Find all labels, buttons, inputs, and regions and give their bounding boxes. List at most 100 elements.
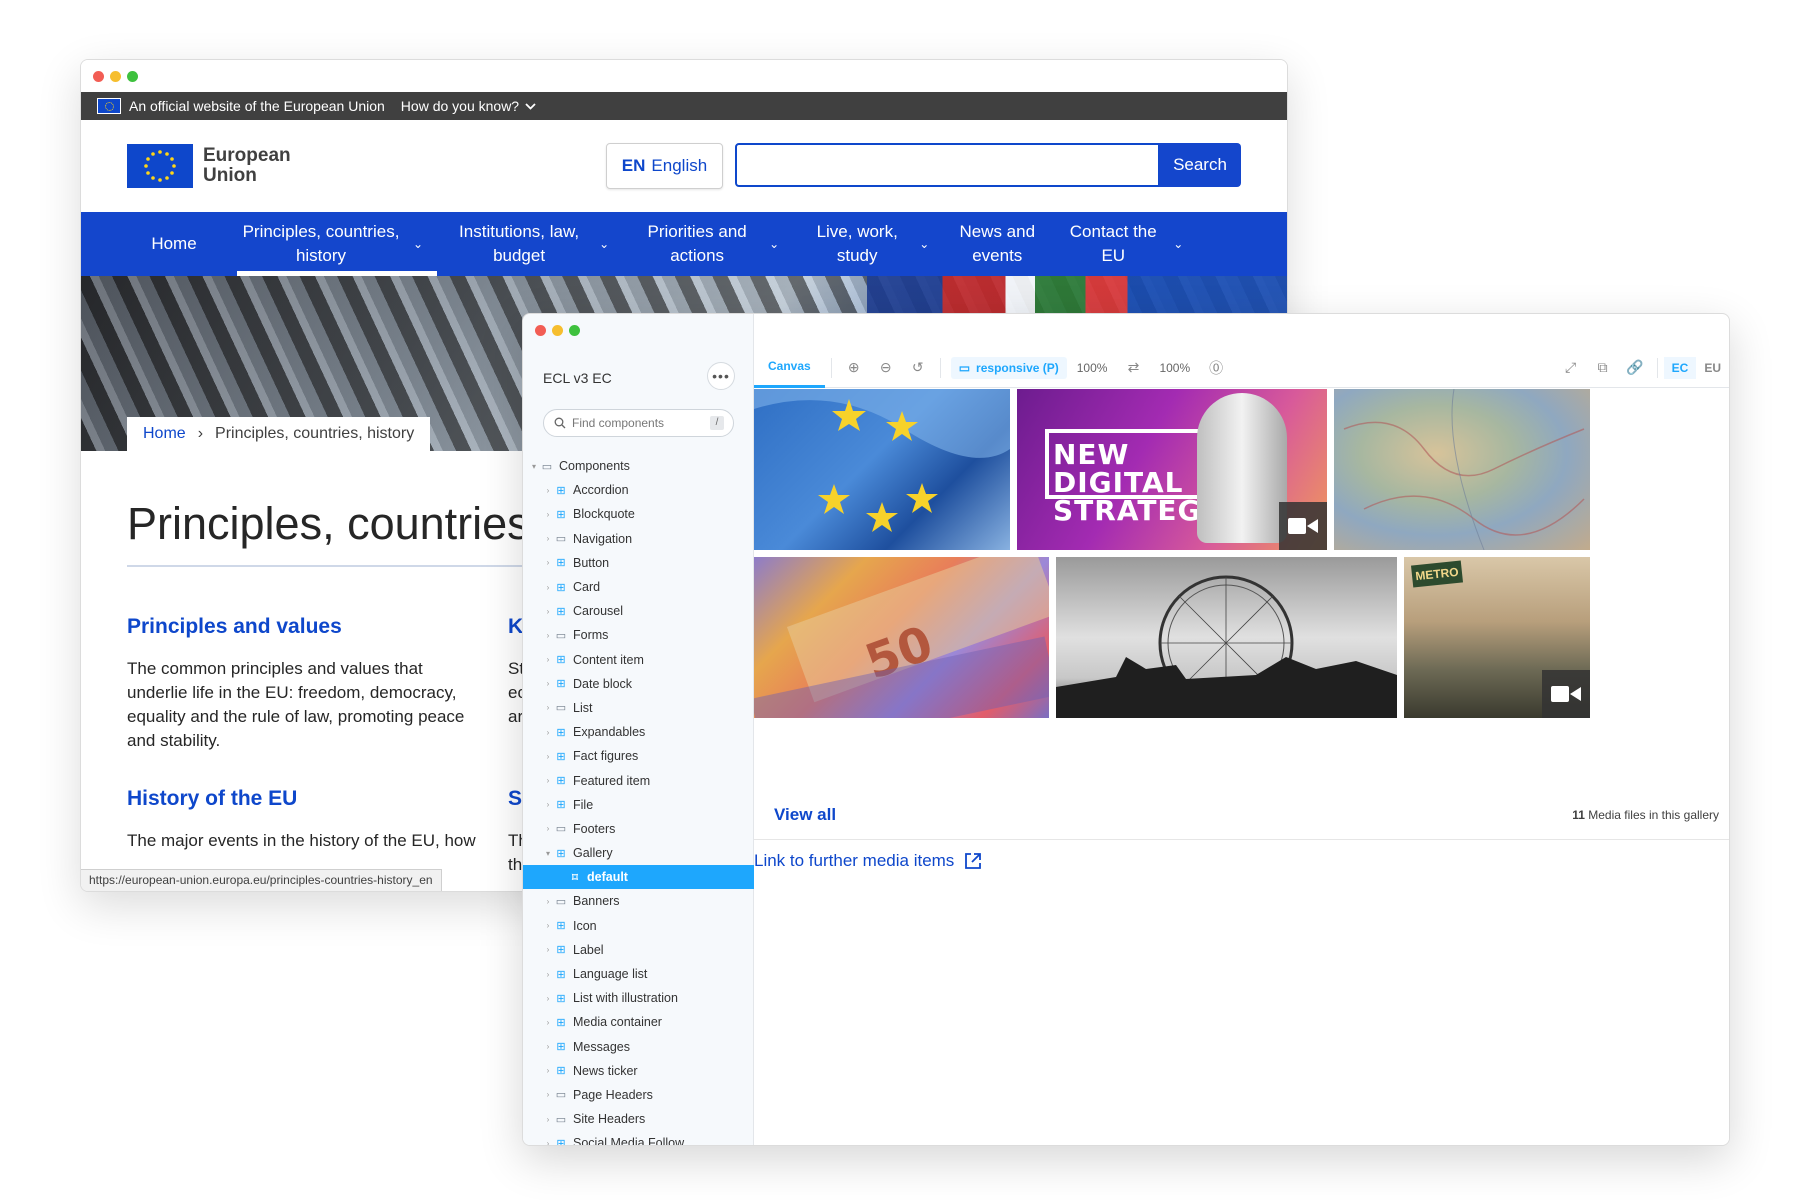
section-heading-principles[interactable]: Principles and values	[127, 615, 342, 639]
tree-component-item[interactable]: › ⊞ Date block	[523, 672, 754, 696]
video-camera-icon	[1279, 502, 1327, 550]
tree-folder-item[interactable]: › ▭ Forms	[523, 623, 754, 647]
caret-right-icon: ›	[546, 534, 550, 544]
tree-component-item[interactable]: ▾ ⊞ Gallery	[523, 841, 754, 865]
eu-logo-flag[interactable]	[127, 144, 193, 188]
tree-component-item[interactable]: › ⊞ Label	[523, 938, 754, 962]
tree-folder-item[interactable]: › ▭ Banners	[523, 889, 754, 913]
nav-item[interactable]: Contact the EU ⌄	[1051, 212, 1197, 276]
viewport-height-value[interactable]: 100%	[1149, 361, 1200, 375]
tree-folder-item[interactable]: › ▭ List	[523, 696, 754, 720]
nav-item[interactable]: Principles, countries, history ⌄	[227, 212, 438, 276]
zoom-reset-icon[interactable]: ↺	[902, 359, 934, 376]
tree-component-item[interactable]: › ⊞ Featured item	[523, 768, 754, 792]
copy-link-icon[interactable]: 🔗	[1619, 359, 1651, 376]
tree-folder-item[interactable]: › ▭ Site Headers	[523, 1107, 754, 1131]
section-heading-history[interactable]: History of the EU	[127, 787, 297, 811]
breadcrumb-home-link[interactable]: Home	[143, 425, 186, 443]
component-tree: ▾ ▭ Components › ⊞ Accordion › ⊞ Blockquote › ▭ Nav…	[523, 454, 754, 1145]
storybook-brand-title[interactable]: ECL v3 EC	[543, 370, 612, 386]
accessibility-icon[interactable]: ⓪	[1200, 358, 1232, 378]
zoom-in-icon[interactable]: ⊕	[838, 359, 870, 376]
nav-item[interactable]: News and events	[943, 212, 1051, 276]
zoom-out-icon[interactable]: ⊖	[870, 359, 902, 376]
site-header: European Union EN English Search	[81, 120, 1287, 212]
clipped-section-heading[interactable]: K	[508, 615, 523, 639]
clipped-section-text-line: ar	[508, 707, 524, 726]
tree-item-label: Expandables	[573, 725, 646, 740]
tree-component-item[interactable]: › ⊞ News ticker	[523, 1059, 754, 1083]
tree-component-item[interactable]: › ⊞ Fact figures	[523, 744, 754, 768]
tab-canvas[interactable]: Canvas	[754, 348, 825, 388]
ellipsis-icon[interactable]: •••	[707, 362, 735, 390]
caret-right-icon: ›	[546, 727, 550, 737]
tree-story-item[interactable]: ⌑ default	[523, 865, 754, 890]
tree-component-item[interactable]: › ⊞ Card	[523, 575, 754, 599]
gallery-item-metro-video[interactable]: METRO	[1404, 557, 1590, 718]
tree-folder-item[interactable]: › ▭ Page Headers	[523, 1083, 754, 1107]
tree-component-item[interactable]: › ⊞ Content item	[523, 648, 754, 672]
how-do-you-know-label: How do you know?	[400, 98, 520, 114]
caret-right-icon: ›	[546, 1090, 550, 1100]
tree-component-item[interactable]: › ⊞ Messages	[523, 1035, 754, 1059]
folder-icon: ▭	[555, 1113, 567, 1126]
tree-folder-item[interactable]: › ▭ Navigation	[523, 527, 754, 551]
site-logo-text[interactable]: European Union	[203, 146, 303, 186]
further-media-label: Link to further media items	[754, 851, 955, 870]
folder-icon: ▭	[555, 1089, 567, 1102]
nav-item[interactable]: Home	[121, 212, 227, 276]
storybook-window: ECL v3 EC ••• Find components / ▾ ▭ Compon…	[522, 313, 1730, 1146]
search-button[interactable]: Search	[1159, 143, 1241, 187]
fullscreen-icon[interactable]: ⤢	[1555, 359, 1587, 376]
tree-component-item[interactable]: › ⊞ Button	[523, 551, 754, 575]
gallery-item-eu-flag[interactable]	[754, 389, 1010, 550]
theme-eu-button[interactable]: EU	[1696, 357, 1729, 379]
tree-item-label: List	[573, 700, 593, 715]
tree-item-label: Blockquote	[573, 507, 635, 522]
language-selector-button[interactable]: EN English	[606, 143, 723, 189]
maximize-window-button[interactable]	[569, 325, 580, 336]
tree-folder-item[interactable]: › ▭ Footers	[523, 817, 754, 841]
nav-item[interactable]: Live, work, study ⌄	[793, 212, 943, 276]
gallery-item-europe-map[interactable]	[1334, 389, 1590, 550]
component-icon: ⊞	[556, 726, 566, 739]
nav-item[interactable]: Priorities and actions ⌄	[623, 212, 793, 276]
theme-ec-button[interactable]: EC	[1663, 356, 1697, 379]
tree-component-item[interactable]: › ⊞ Accordion	[523, 478, 754, 502]
viewport-width-value[interactable]: 100%	[1067, 361, 1118, 375]
site-search-input[interactable]	[735, 143, 1160, 187]
open-new-tab-icon[interactable]: ⧉	[1587, 359, 1619, 376]
close-window-button[interactable]	[93, 71, 104, 82]
clipped-section-heading[interactable]: S	[508, 787, 522, 811]
tree-component-item[interactable]: › ⊞ Carousel	[523, 599, 754, 623]
tree-item-label: List with illustration	[573, 991, 678, 1006]
statue-head-image	[1197, 393, 1287, 543]
close-window-button[interactable]	[535, 325, 546, 336]
nav-item[interactable]: Institutions, law, budget ⌄	[437, 212, 623, 276]
gallery-item-london-eye[interactable]	[1056, 557, 1397, 718]
view-all-link[interactable]: View all	[774, 805, 836, 825]
tree-component-item[interactable]: › ⊞ File	[523, 793, 754, 817]
caret-right-icon: ›	[546, 824, 550, 834]
rotate-viewport-icon[interactable]: ⇄	[1117, 359, 1149, 376]
how-do-you-know-toggle[interactable]: How do you know?	[401, 98, 536, 114]
maximize-window-button[interactable]	[127, 71, 138, 82]
tree-component-item[interactable]: › ⊞ Expandables	[523, 720, 754, 744]
tree-component-item[interactable]: › ⊞ List with illustration	[523, 986, 754, 1010]
gallery-item-euro-banknotes[interactable]: 50	[754, 557, 1049, 718]
tree-component-item[interactable]: › ⊞ Blockquote	[523, 502, 754, 526]
keyboard-shortcut-badge: /	[710, 416, 724, 430]
minimize-window-button[interactable]	[110, 71, 121, 82]
tree-component-item[interactable]: › ⊞ Icon	[523, 914, 754, 938]
gallery-item-digital-strategy-video[interactable]: NEW DIGITAL STRATEGY	[1017, 389, 1327, 550]
tree-component-item[interactable]: › ⊞ Language list	[523, 962, 754, 986]
tree-folder-item[interactable]: ▾ ▭ Components	[523, 454, 754, 478]
chevron-down-icon: ⌄	[1173, 237, 1184, 251]
viewport-selector[interactable]: ▭ responsive (P)	[950, 356, 1067, 379]
minimize-window-button[interactable]	[552, 325, 563, 336]
tree-component-item[interactable]: › ⊞ Social Media Follow	[523, 1131, 754, 1145]
further-media-link[interactable]: Link to further media items	[754, 851, 982, 871]
find-components-input[interactable]: Find components /	[543, 409, 734, 437]
tree-component-item[interactable]: › ⊞ Media container	[523, 1010, 754, 1034]
caret-right-icon: ›	[546, 509, 550, 519]
